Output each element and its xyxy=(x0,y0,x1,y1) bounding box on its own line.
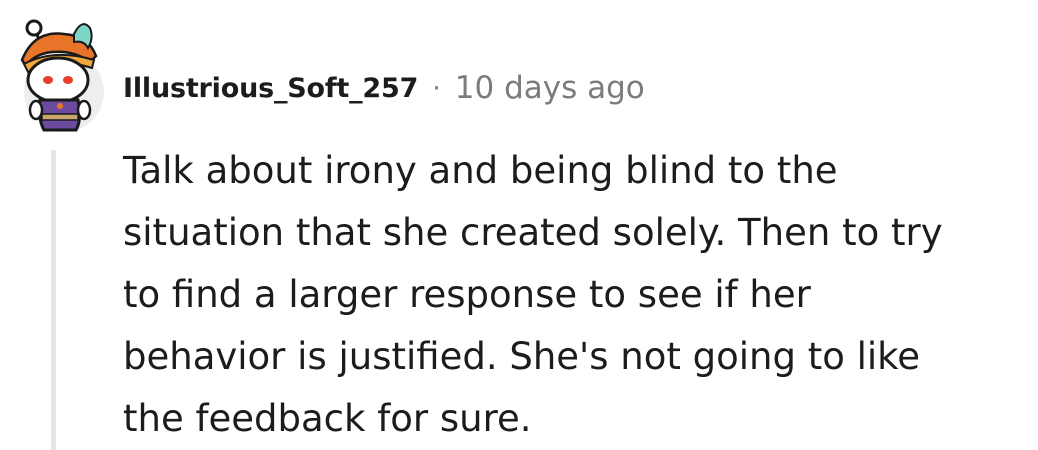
comment-meta: Illustrious_Soft_257 · 10 days ago xyxy=(123,68,645,108)
snoo-avatar-icon[interactable] xyxy=(4,10,112,132)
comment: Illustrious_Soft_257 · 10 days ago Talk … xyxy=(0,0,1038,450)
timestamp[interactable]: 10 days ago xyxy=(455,70,645,106)
comment-body-line: behavior is justified. She's not going t… xyxy=(123,335,921,378)
meta-separator: · xyxy=(432,72,441,104)
comment-body-line: situation that she created solely. Then … xyxy=(123,211,943,254)
username-link[interactable]: Illustrious_Soft_257 xyxy=(123,73,418,104)
comment-body-line: to find a larger response to see if her xyxy=(123,273,811,316)
comment-body: Talk about irony and being blind to the … xyxy=(123,140,1023,450)
thread-line[interactable] xyxy=(51,150,56,450)
comment-body-line: the feedback for sure. xyxy=(123,397,532,440)
comment-body-line: Talk about irony and being blind to the xyxy=(123,149,838,192)
